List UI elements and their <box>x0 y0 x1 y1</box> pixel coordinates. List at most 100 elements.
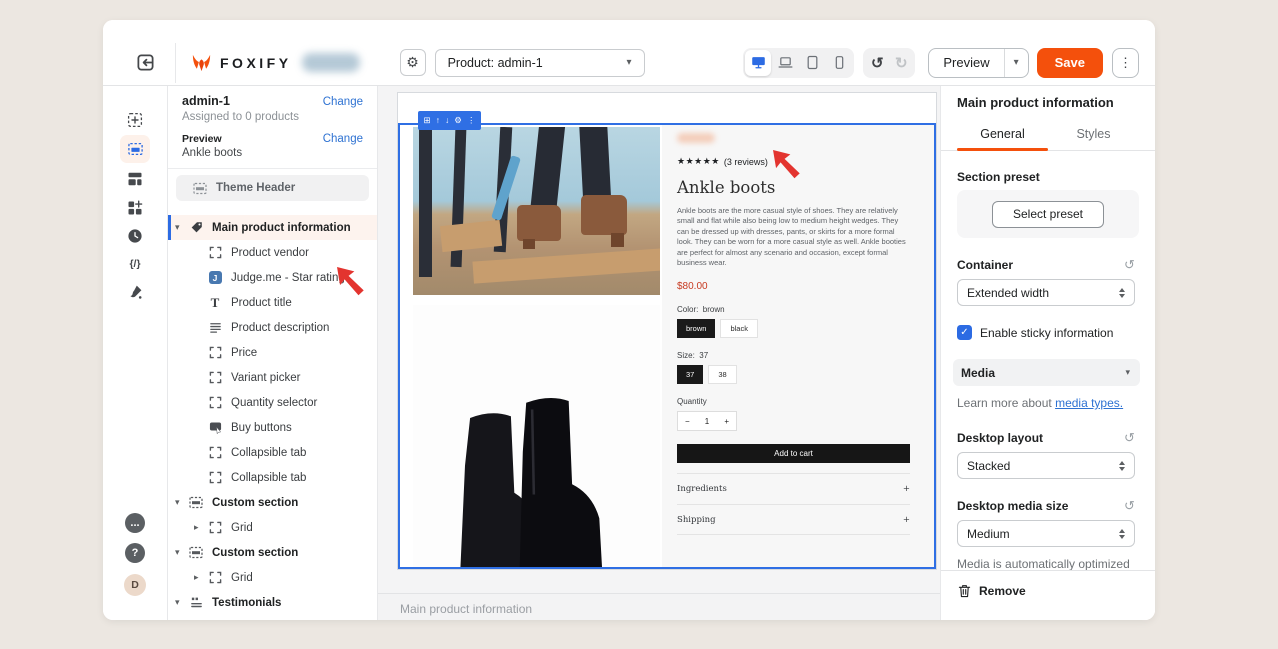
reset-icon[interactable]: ↻ <box>1124 430 1135 446</box>
container-select[interactable]: Extended width <box>957 279 1135 306</box>
rail-add-blocks-button[interactable] <box>120 194 150 222</box>
review-summary[interactable]: ★★★★★ (3 reviews) <box>677 156 910 167</box>
tree-item-quantity-selector[interactable]: Quantity selector <box>168 390 377 415</box>
caret-down-icon[interactable]: ▾ <box>175 222 189 233</box>
sticky-information-checkbox[interactable]: ✓ <box>957 325 972 340</box>
text-title-icon: T <box>211 296 220 309</box>
color-swatch-brown[interactable]: brown <box>677 319 715 338</box>
save-button[interactable]: Save <box>1037 48 1103 78</box>
page-settings-button[interactable]: ⚙ <box>400 49 426 76</box>
rail-sections-button[interactable] <box>120 135 150 163</box>
tree-item-collapsible-tab[interactable]: Collapsible tab <box>168 465 377 490</box>
quantity-minus-button[interactable]: − <box>685 417 690 426</box>
selected-section-outline[interactable]: ★★★★★ (3 reviews) Ankle boots Ankle boot… <box>398 123 936 569</box>
section-select-icon[interactable]: ⊞ <box>424 116 431 125</box>
quantity-value: 1 <box>705 417 709 426</box>
device-tablet-button[interactable] <box>799 50 825 76</box>
preview-change-link[interactable]: Change <box>323 133 363 145</box>
caret-right-icon[interactable]: ▸ <box>194 572 208 583</box>
tree-item-judge-me-star-rating[interactable]: JJudge.me - Star rating <box>168 265 377 290</box>
status-bar-text: Main product information <box>400 602 532 616</box>
rail-chat-button[interactable]: ... <box>120 509 150 537</box>
preview-button[interactable]: Preview <box>929 55 1003 70</box>
preview-label: Preview <box>182 133 222 145</box>
product-selector-value: Product: admin-1 <box>448 56 543 70</box>
rail-layouts-button[interactable] <box>120 165 150 193</box>
sticky-information-row: ✓ Enable sticky information <box>941 325 1155 340</box>
collapsible-tab-shipping[interactable]: Shipping+ <box>677 504 910 535</box>
block-brackets-icon <box>209 471 222 484</box>
product-photo-boots[interactable] <box>413 305 660 569</box>
move-down-icon[interactable]: ↓ <box>445 116 449 125</box>
preview-product-name: Ankle boots <box>182 147 363 159</box>
color-swatch-black[interactable]: black <box>720 319 758 338</box>
color-swatches: brown black <box>677 319 910 338</box>
desktop-media-size-select[interactable]: Medium <box>957 520 1135 547</box>
template-name: admin-1 <box>182 94 230 108</box>
tree-item-custom-section[interactable]: ▾Custom section <box>168 490 377 515</box>
quantity-stepper[interactable]: − 1 + <box>677 411 737 431</box>
section-settings-icon[interactable]: ⚙ <box>454 116 462 125</box>
size-swatch-38[interactable]: 38 <box>708 365 736 384</box>
desktop-layout-select[interactable]: Stacked <box>957 452 1135 479</box>
tree-item-grid[interactable]: ▸Grid <box>168 515 377 540</box>
collapsible-tab-ingredients[interactable]: Ingredients+ <box>677 473 910 504</box>
tree-item-testimonials[interactable]: ▾Testimonials <box>168 590 377 615</box>
tree-item-main-product-information[interactable]: ▾Main product information <box>168 215 377 240</box>
tree-item-product-title[interactable]: TProduct title <box>168 290 377 315</box>
rail-help-button[interactable]: ? <box>120 539 150 567</box>
exit-editor-button[interactable] <box>133 51 157 75</box>
tree-item-price[interactable]: Price <box>168 340 377 365</box>
reset-icon[interactable]: ↻ <box>1124 257 1135 273</box>
screenshot-root: FOXIFY ⚙ Product: admin-1 ▾ <box>0 0 1278 649</box>
quantity-plus-button[interactable]: + <box>724 417 729 426</box>
caret-down-icon[interactable]: ▾ <box>175 597 189 608</box>
tree-item-product-vendor[interactable]: Product vendor <box>168 240 377 265</box>
tree-item-label: Custom section <box>212 547 298 559</box>
tree-item-product-description[interactable]: Product description <box>168 315 377 340</box>
tab-styles[interactable]: Styles <box>1048 120 1139 150</box>
caret-down-icon[interactable]: ▾ <box>175 547 189 558</box>
tree-item-grid[interactable]: ▸Grid <box>168 565 377 590</box>
section-preset-box: Select preset <box>957 190 1139 238</box>
tree-item-custom-section[interactable]: ▾ Custom section <box>168 540 377 565</box>
container-label: Container ↻ <box>941 257 1155 273</box>
block-brackets-icon <box>209 371 222 384</box>
select-preset-button[interactable]: Select preset <box>992 201 1104 228</box>
undo-button[interactable]: ↺ <box>865 50 889 76</box>
device-laptop-button[interactable] <box>772 50 798 76</box>
move-up-icon[interactable]: ↑ <box>436 116 440 125</box>
tree-item-variant-picker[interactable]: Variant picker <box>168 365 377 390</box>
rail-history-button[interactable] <box>120 222 150 250</box>
rail-code-button[interactable]: {/} <box>120 250 150 278</box>
rail-account-avatar[interactable]: D <box>120 571 150 599</box>
theme-header-item[interactable]: Theme Header <box>176 175 369 201</box>
media-types-link[interactable]: media types. <box>1055 396 1123 410</box>
add-to-cart-button[interactable]: Add to cart <box>677 444 910 463</box>
foxify-logo-icon <box>190 53 213 73</box>
preview-dropdown-button[interactable]: ▾ <box>1005 57 1028 68</box>
size-swatch-37[interactable]: 37 <box>677 365 703 384</box>
product-price: $80.00 <box>677 281 910 292</box>
redo-button[interactable]: ↻ <box>889 50 913 76</box>
caret-right-icon[interactable]: ▸ <box>194 522 208 533</box>
reset-icon[interactable]: ↻ <box>1124 498 1135 514</box>
remove-section-button[interactable]: Remove <box>979 584 1026 598</box>
device-mobile-button[interactable] <box>826 50 852 76</box>
tree-item-buy-buttons[interactable]: Buy buttons <box>168 415 377 440</box>
section-more-icon[interactable]: ⋮ <box>467 116 476 125</box>
tab-general[interactable]: General <box>957 120 1048 150</box>
media-group-header[interactable]: Media ▾ <box>953 359 1140 386</box>
tree-item-collapsible-tab[interactable]: Collapsible tab <box>168 440 377 465</box>
theme-header-icon <box>193 182 207 195</box>
avatar: D <box>124 574 146 596</box>
chevron-down-icon: ▾ <box>627 57 632 68</box>
product-selector[interactable]: Product: admin-1 ▾ <box>435 49 645 77</box>
more-actions-button[interactable]: ⋮ <box>1112 48 1139 78</box>
rail-design-button[interactable] <box>120 278 150 306</box>
caret-down-icon[interactable]: ▾ <box>175 497 189 508</box>
device-desktop-button[interactable] <box>745 50 771 76</box>
rail-add-section-button[interactable] <box>120 106 150 134</box>
product-photo-lifestyle[interactable] <box>413 127 660 295</box>
template-change-link[interactable]: Change <box>323 96 363 108</box>
